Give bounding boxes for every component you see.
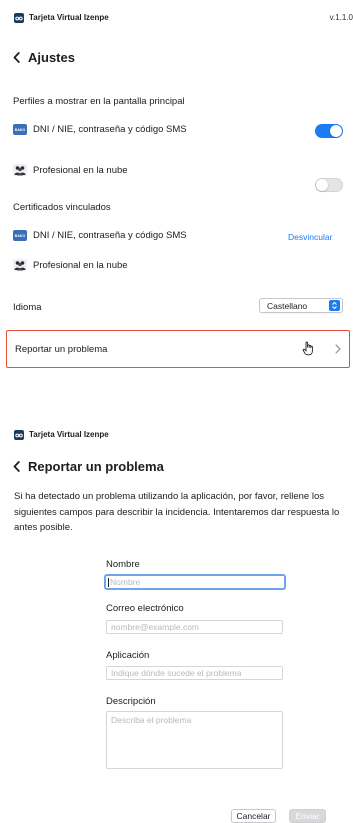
bako-icon: BAKO xyxy=(13,230,27,241)
app-title: Tarjeta Virtual Izenpe xyxy=(29,430,109,439)
cert-row-dni: BAKO DNI / NIE, contraseña y código SMS xyxy=(13,230,187,241)
name-placeholder: Nombre xyxy=(110,577,141,587)
app-version: v.1.1.0 xyxy=(329,13,353,22)
email-placeholder: nombre@example.com xyxy=(111,622,199,632)
profile-row-cloud: Profesional en la nube xyxy=(13,164,128,176)
chevron-left-icon xyxy=(13,52,20,63)
bako-icon: BAKO xyxy=(13,124,27,135)
language-value: Castellano xyxy=(267,300,308,311)
app-logo xyxy=(14,430,24,440)
page-title: Ajustes xyxy=(28,50,75,65)
profile-label: DNI / NIE, contraseña y código SMS xyxy=(33,124,187,135)
people-icon xyxy=(13,164,27,176)
profile-toggle-cloud[interactable] xyxy=(315,178,343,192)
description-label: Descripción xyxy=(106,696,156,707)
name-input[interactable]: Nombre xyxy=(104,574,286,590)
profiles-section-label: Perfiles a mostrar en la pantalla princi… xyxy=(13,96,185,107)
profile-label: Profesional en la nube xyxy=(33,164,128,176)
chevron-right-icon xyxy=(335,344,341,354)
cert-row-cloud: Profesional en la nube xyxy=(13,259,128,271)
hand-cursor-icon xyxy=(302,341,313,356)
app-label: Aplicación xyxy=(106,650,150,661)
name-label: Nombre xyxy=(106,559,140,570)
app-title: Tarjeta Virtual Izenpe xyxy=(29,13,109,22)
certs-section-label: Certificados vinculados xyxy=(13,202,111,213)
cert-label: DNI / NIE, contraseña y código SMS xyxy=(33,230,187,241)
profile-row-dni: BAKO DNI / NIE, contraseña y código SMS xyxy=(13,124,187,135)
language-select[interactable]: Castellano xyxy=(259,298,343,313)
description-placeholder: Describa el problema xyxy=(111,715,192,725)
back-button[interactable]: Ajustes xyxy=(13,50,75,65)
send-button[interactable]: Enviar xyxy=(289,809,326,823)
language-label: Idioma xyxy=(13,302,42,313)
back-button[interactable]: Reportar un problema xyxy=(13,459,164,474)
profile-toggle-dni[interactable] xyxy=(315,124,343,138)
updown-chevron-icon xyxy=(329,300,340,311)
description-textarea[interactable]: Describa el problema xyxy=(106,711,283,769)
email-label: Correo electrónico xyxy=(106,603,184,614)
report-problem-row[interactable]: Reportar un problema xyxy=(6,330,350,368)
cancel-button[interactable]: Cancelar xyxy=(231,809,276,823)
report-description: Si ha detectado un problema utilizando l… xyxy=(14,491,340,533)
app-placeholder: Indique dónde sucede el problema xyxy=(111,668,242,678)
app-input[interactable]: Indique dónde sucede el problema xyxy=(106,666,283,680)
email-input[interactable]: nombre@example.com xyxy=(106,620,283,634)
cert-label: Profesional en la nube xyxy=(33,259,128,271)
report-problem-label: Reportar un problema xyxy=(15,343,108,355)
people-icon xyxy=(13,259,27,271)
page-title: Reportar un problema xyxy=(28,459,164,474)
unlink-button[interactable]: Desvincular xyxy=(288,232,332,242)
chevron-left-icon xyxy=(13,461,20,472)
app-logo xyxy=(14,13,24,23)
